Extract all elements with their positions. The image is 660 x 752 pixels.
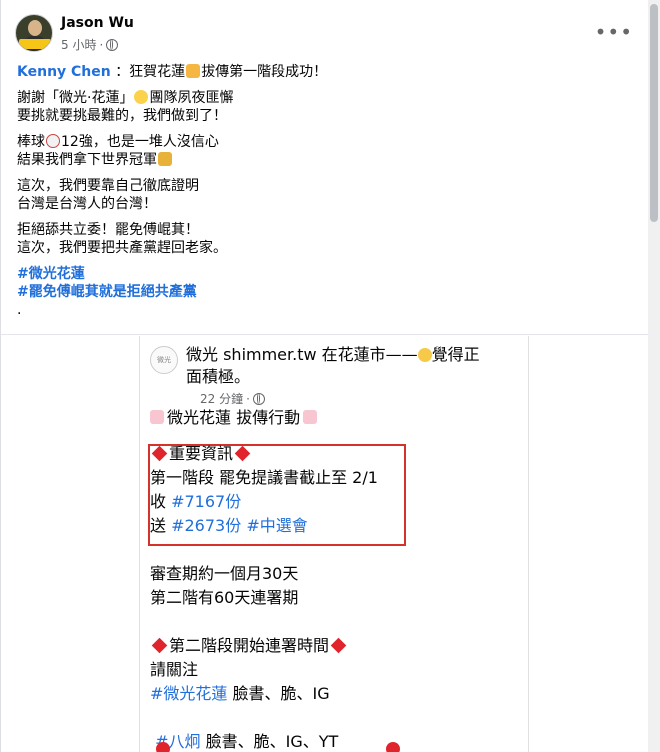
red-circle-icon [156, 742, 170, 752]
red-circle-icon [386, 742, 400, 752]
shot-title-c: 面積極。 [186, 367, 251, 386]
ribbon-icon [303, 410, 318, 424]
post-hashtags: #微光花蓮 #罷免傅崐萁就是拒絕共產黨. [17, 265, 617, 319]
trophy-icon [158, 152, 172, 166]
post-time[interactable]: 5 小時 [61, 36, 96, 53]
recv-value: #7167份 [171, 492, 242, 511]
diamond-icon [151, 445, 168, 462]
sparkle-icon [134, 90, 149, 104]
review-row: 審查期約一個月30天 [150, 564, 299, 583]
send-label: 送 [150, 516, 172, 535]
post-text: Kenny Chen ：狂賀花蓮 拔傳第一階段成功！ 謝謝「微光·花蓮」 團隊夙夜匪… [17, 63, 617, 327]
ribbon-icon [150, 410, 164, 424]
line6: 這次，我們要靠自己徹底證明 [17, 178, 199, 194]
shot-heading: 微光花蓮 拔傳行動 [167, 408, 301, 427]
send-value: #2673份 [171, 516, 242, 535]
smile-icon [417, 348, 432, 362]
shot-separator: · [246, 391, 250, 406]
post-line-1: Kenny Chen ：狂賀花蓮 拔傳第一階段成功！ [17, 63, 617, 81]
line1-end: 拔傳第一階段成功！ [201, 64, 328, 80]
stage2-start: 第二階段開始連署時間 [169, 636, 330, 655]
post-header: Jason Wu 5 小時 · ••• [13, 12, 633, 56]
important-label: 重要資訊 [169, 444, 234, 463]
post-card: Jason Wu 5 小時 · ••• Kenny Chen ：狂賀花蓮 拔傳第一… [0, 0, 649, 752]
post-para-4: 這次，我們要靠自己徹底證明 台灣是台灣人的台灣！ [17, 177, 617, 213]
scrollbar[interactable] [648, 0, 660, 752]
meta-separator: · [99, 37, 104, 52]
tag-a-rest: 臉書、脆、IG [227, 684, 330, 703]
line2-a: 謝謝「微光·花蓮」 [17, 90, 134, 106]
line5: 結果我們拿下世界冠軍 [17, 152, 157, 168]
shot-title-a: 微光 shimmer.tw 在花蓮市—— [186, 345, 418, 364]
post-para-3: 棒球 12強，也是一堆人沒信心結果我們拿下世界冠軍 [17, 133, 617, 169]
stage2-start-row: 第二階段開始連署時間 [150, 634, 520, 658]
shot-meta: 22 分鐘 · [200, 390, 265, 407]
post-meta: 5 小時 · [61, 36, 119, 53]
line3: 要挑就要挑最難的，我們做到了！ [17, 108, 227, 124]
shot-globe-icon [252, 392, 265, 405]
stage1-row: 第一階段 罷免提議書截止至 2/1 [150, 468, 378, 487]
tag-a: #微光花蓮 [150, 684, 228, 703]
shot-heading-row: 微光花蓮 拔傳行動 [150, 406, 520, 430]
line4-b: 12強，也是一堆人沒信心 [61, 134, 219, 150]
send-tag: #中選會 [246, 516, 308, 535]
diamond-icon [234, 445, 251, 462]
post-divider [1, 334, 649, 335]
tag-a-row: #微光花蓮 臉書、脆、IG [150, 682, 520, 706]
shot-avatar: 微光 [150, 346, 178, 374]
avatar-head [28, 20, 42, 36]
hashtag-2[interactable]: #罷免傅崐萁就是拒絕共產黨 [17, 284, 197, 300]
send-row: 送 #2673份 #中選會 [150, 514, 520, 538]
important-row: 重要資訊 [150, 442, 520, 466]
follow-row: 請關注 [150, 660, 199, 679]
recv-label: 收 [150, 492, 172, 511]
page: Jason Wu 5 小時 · ••• Kenny Chen ：狂賀花蓮 拔傳第一… [0, 0, 660, 752]
post-para-5: 拒絕舔共立委！罷免傅崐萁！ 這次，我們要把共產黨趕回老家。 [17, 221, 617, 257]
shot-title: 微光 shimmer.tw 在花蓮市—— 覺得正面積極。 [186, 344, 516, 388]
author-avatar[interactable] [15, 14, 53, 52]
baseball-icon [46, 134, 60, 148]
mention-link[interactable]: Kenny Chen [17, 64, 111, 80]
diamond-icon [330, 637, 347, 654]
avatar-badge [19, 39, 51, 49]
shot-body: 微光花蓮 拔傳行動 重要資訊 第一階段 罷免提議書截止至 2/1 收 #7167… [150, 406, 520, 752]
shot-time: 22 分鐘 [200, 392, 244, 406]
line4-a: 棒球 [17, 134, 45, 150]
trailing-dot: . [17, 302, 22, 318]
line7: 台灣是台灣人的台灣！ [17, 196, 157, 212]
diamond-icon [151, 637, 168, 654]
line1-rest: ：狂賀花蓮 [115, 64, 186, 80]
attached-image[interactable]: 微光 微光 shimmer.tw 在花蓮市—— 覺得正面積極。 22 分鐘 · 微光… [139, 336, 529, 752]
globe-icon[interactable] [106, 38, 119, 51]
scrollbar-thumb[interactable] [650, 4, 658, 222]
line2-b: 團隊夙夜匪懈 [149, 90, 234, 106]
post-para-2: 謝謝「微光·花蓮」 團隊夙夜匪懈要挑就要挑最難的，我們做到了！ [17, 89, 617, 125]
stage2-row: 第二階有60天連署期 [150, 588, 299, 607]
hashtag-1[interactable]: #微光花蓮 [17, 266, 85, 282]
shot-title-b: 覺得正 [431, 345, 480, 364]
line8: 拒絕舔共立委！罷免傅崐萁！ [17, 222, 199, 238]
author-name[interactable]: Jason Wu [61, 15, 134, 31]
thumbs-up-icon [186, 64, 201, 78]
recv-row: 收 #7167份 [150, 490, 520, 514]
more-icon[interactable]: ••• [595, 22, 633, 42]
line9: 這次，我們要把共產黨趕回老家。 [17, 240, 227, 256]
cut-off-row [154, 742, 514, 752]
